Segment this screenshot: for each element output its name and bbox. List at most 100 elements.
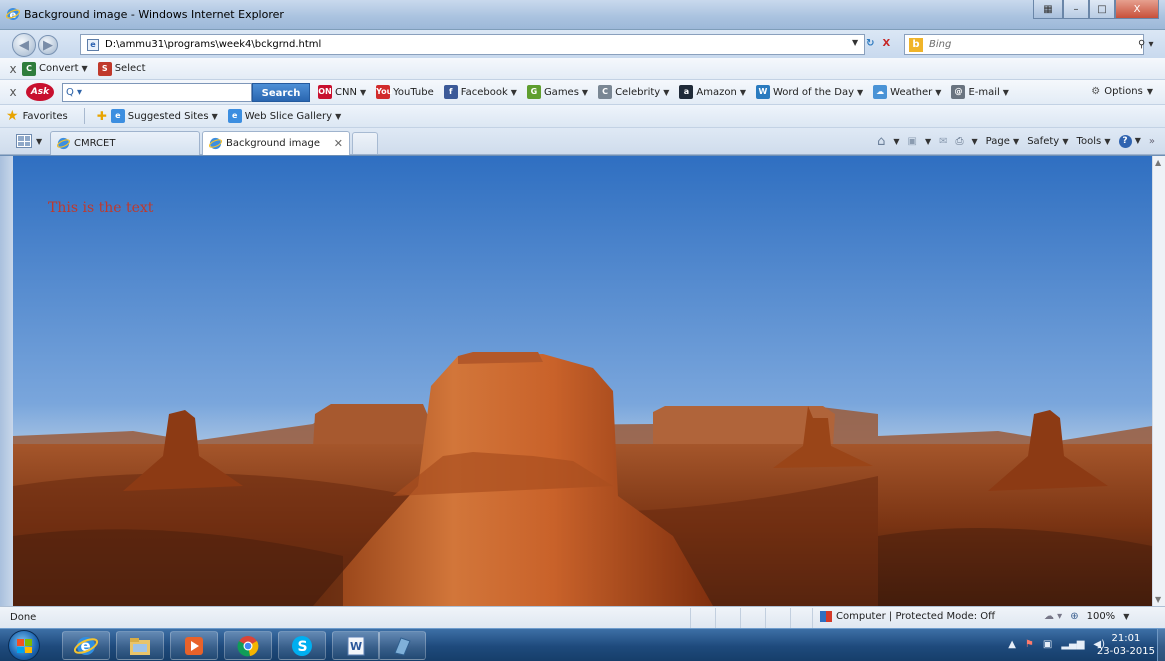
taskbar-media-player[interactable]	[170, 631, 218, 660]
taskbar-file-explorer[interactable]	[116, 631, 164, 660]
ask-link-label: Celebrity	[615, 86, 661, 98]
taskbar-chrome[interactable]	[224, 631, 272, 660]
status-text: Done	[10, 612, 37, 623]
favorites-star-icon[interactable]: ★	[6, 108, 19, 124]
zoom-level: 100%	[1086, 611, 1116, 622]
maximize-button[interactable]: □	[1089, 0, 1115, 19]
divider	[790, 608, 791, 628]
word-of-day-icon: W	[755, 85, 770, 99]
help-icon[interactable]: ? ▼	[1118, 135, 1141, 148]
chevron-down-icon[interactable]: ▼	[925, 137, 931, 146]
youtube-icon: You	[376, 85, 392, 99]
start-button[interactable]	[8, 630, 40, 661]
select-button[interactable]: S Select	[97, 61, 146, 76]
add-favorite-icon[interactable]: ✚	[97, 109, 107, 123]
convert-label: Convert	[39, 63, 79, 74]
quick-tabs-icon[interactable]	[16, 134, 32, 148]
zoom-control[interactable]: ☁ ▾ ⊕ 100% ▼	[1044, 611, 1129, 622]
taskbar-ie[interactable]: e	[62, 631, 110, 660]
forward-button[interactable]: ▶	[38, 35, 58, 55]
ask-link-amazon[interactable]: a Amazon ▼	[679, 85, 746, 99]
home-icon[interactable]: ⌂	[877, 134, 885, 149]
show-hidden-icons-icon[interactable]: ▲	[1008, 639, 1016, 650]
security-zone[interactable]: Computer | Protected Mode: Off	[820, 611, 995, 622]
chevron-down-icon[interactable]: ▼	[893, 137, 899, 146]
new-tab-button[interactable]	[352, 132, 378, 154]
options-button[interactable]: ⚙ Options ▼	[1091, 86, 1153, 97]
print-icon[interactable]: ⎙	[955, 136, 963, 147]
action-center-icon[interactable]: ⚑	[1025, 639, 1034, 650]
search-placeholder: Bing	[929, 39, 952, 50]
network-icon[interactable]: ▂▄▆	[1061, 639, 1084, 650]
convert-icon: C	[22, 61, 36, 76]
ask-link-word-of-the-day[interactable]: W Word of the Day ▼	[755, 85, 864, 99]
app-thumbnail-icon[interactable]: ▦	[1033, 0, 1063, 19]
ask-link-cnn[interactable]: ON CNN ▼	[318, 85, 366, 99]
web-slice-gallery-label: Web Slice Gallery	[244, 110, 333, 122]
background-image	[13, 156, 878, 606]
address-dropdown-icon[interactable]: ▼	[852, 38, 858, 49]
ask-link-youtube[interactable]: You YouTube	[376, 85, 434, 99]
mail-icon[interactable]: ✉	[939, 136, 947, 147]
window-title-bar: e Background image - Windows Internet Ex…	[0, 0, 1165, 30]
chevron-down-icon[interactable]: ▼	[971, 137, 977, 146]
safety-menu-label: Safety	[1027, 136, 1060, 147]
search-icon[interactable]: ⚲ ▾	[1138, 39, 1154, 50]
more-commands-icon[interactable]: »	[1149, 136, 1155, 147]
close-tab-icon[interactable]: ✕	[334, 137, 343, 150]
close-toolbar-button[interactable]: x	[4, 85, 22, 99]
scroll-down-icon[interactable]: ▼	[1155, 595, 1161, 604]
minimize-button[interactable]: –	[1063, 0, 1089, 19]
taskbar-notepad[interactable]	[378, 631, 426, 660]
tab-label: Background image	[226, 138, 320, 149]
tab-background-image[interactable]: Background image ✕	[202, 131, 350, 155]
display-icon[interactable]: ▣	[1043, 639, 1052, 650]
safety-menu[interactable]: Safety ▼	[1027, 136, 1068, 147]
internet-explorer-icon	[57, 137, 70, 150]
refresh-button[interactable]: ↻	[866, 38, 874, 49]
chevron-down-icon: ▼	[1002, 87, 1009, 97]
amazon-icon: a	[679, 85, 694, 99]
scroll-up-icon[interactable]: ▲	[1155, 158, 1161, 167]
window-controls: ▦ – □ X	[1033, 0, 1159, 20]
address-input[interactable]: e D:\ammu31\programs\week4\bckgrnd.html	[80, 34, 865, 55]
tab-list-dropdown-icon[interactable]: ▼	[36, 137, 42, 146]
tab-cmrcet[interactable]: CMRCET	[50, 131, 200, 155]
bing-logo-icon: b	[909, 37, 923, 52]
clock[interactable]: 21:01 23-03-2015	[1097, 632, 1155, 658]
close-button[interactable]: X	[1115, 0, 1159, 19]
ask-link-celebrity[interactable]: C Celebrity ▼	[598, 85, 669, 99]
taskbar-word[interactable]: W	[332, 631, 380, 660]
chevron-down-icon[interactable]: ▼	[1123, 612, 1129, 621]
feeds-icon[interactable]: ▣	[907, 136, 916, 147]
vertical-scrollbar[interactable]: ▲ ▼	[1152, 156, 1165, 606]
favorites-button[interactable]: Favorites	[23, 111, 68, 122]
web-slice-gallery-button[interactable]: e Web Slice Gallery ▼	[227, 109, 341, 123]
back-button[interactable]: ◀	[12, 33, 36, 57]
ask-link-games[interactable]: G Games ▼	[526, 85, 588, 99]
close-toolbar-button[interactable]: x	[4, 62, 22, 76]
internet-explorer-icon: e	[6, 8, 20, 21]
window-frame-left	[0, 156, 13, 606]
taskbar-skype[interactable]: S	[278, 631, 326, 660]
page-menu[interactable]: Page ▼	[986, 136, 1020, 147]
ask-link-facebook[interactable]: f Facebook ▼	[443, 85, 517, 99]
ask-search-button[interactable]: Search	[252, 82, 310, 102]
tools-menu-label: Tools	[1076, 136, 1102, 147]
ask-link-weather[interactable]: ☁ Weather ▼	[873, 85, 941, 99]
privacy-icon[interactable]: ☁ ▾	[1044, 611, 1062, 622]
suggested-sites-button[interactable]: e Suggested Sites ▼	[110, 109, 218, 123]
tools-menu[interactable]: Tools ▼	[1077, 136, 1111, 147]
svg-text:W: W	[350, 640, 362, 653]
stop-button[interactable]: X	[883, 38, 891, 49]
ask-search-input[interactable]: Q ▾	[62, 82, 252, 102]
ask-link-e-mail[interactable]: @ E-mail ▼	[951, 85, 1009, 99]
show-desktop-button[interactable]	[1157, 629, 1165, 661]
chevron-down-icon: ▼	[510, 87, 517, 97]
email-icon: @	[951, 85, 966, 99]
convert-button[interactable]: C Convert ▼	[22, 61, 88, 76]
search-input[interactable]: b Bing	[904, 34, 1144, 55]
chevron-down-icon: ▼	[857, 87, 864, 97]
favorites-bar: ★ Favorites ✚ e Suggested Sites ▼ e Web …	[0, 105, 1165, 128]
suggested-sites-label: Suggested Sites	[127, 110, 209, 122]
